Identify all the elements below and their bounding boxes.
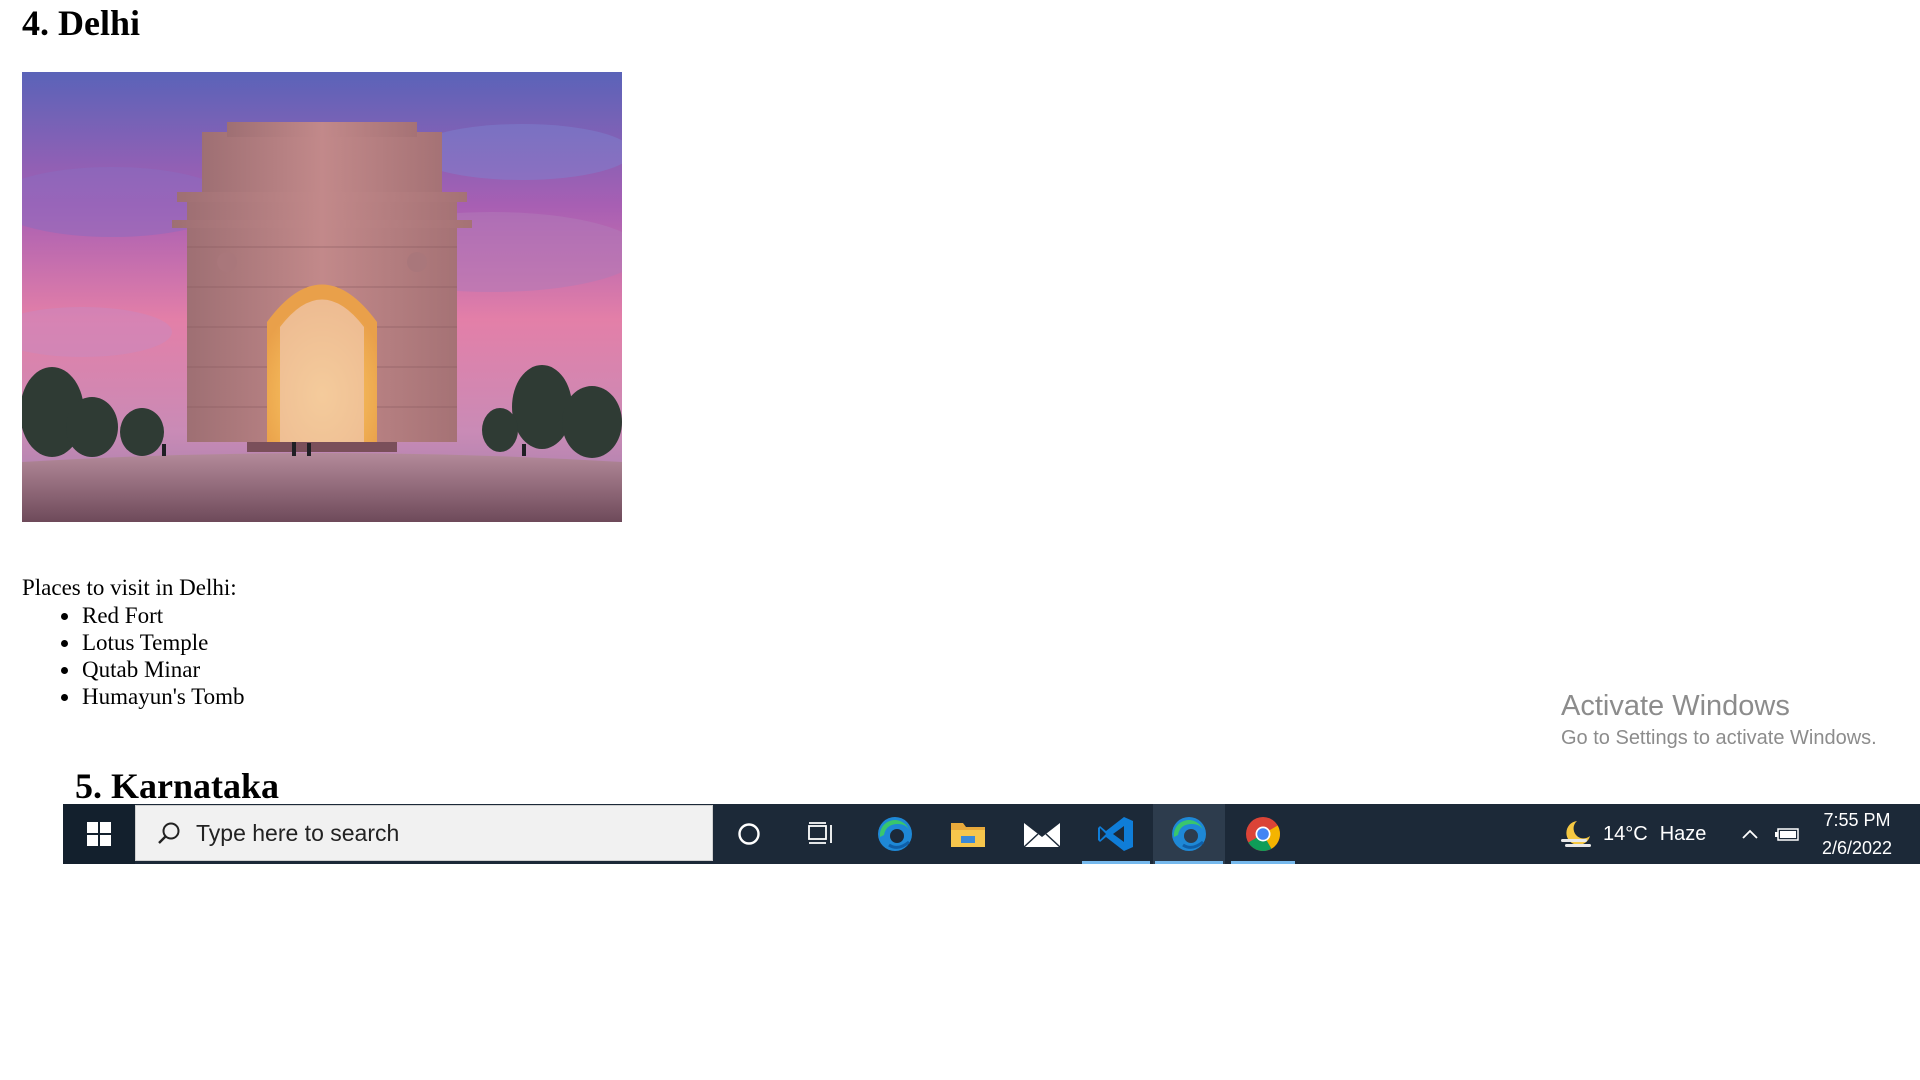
list-item: Qutab Minar xyxy=(22,656,244,683)
task-view-button[interactable] xyxy=(786,804,858,864)
section-heading-karnataka: 5. Karnataka xyxy=(75,766,280,806)
weather-temperature: 14°C xyxy=(1603,822,1648,845)
windows-logo-icon xyxy=(87,822,111,846)
task-view-icon xyxy=(808,822,832,844)
edge-icon xyxy=(1172,817,1206,851)
edge-icon xyxy=(878,817,912,851)
battery-icon xyxy=(1775,828,1799,841)
weather-widget[interactable]: 14°C Haze xyxy=(1559,804,1706,864)
clock-time: 7:55 PM xyxy=(1823,810,1891,830)
chrome-icon xyxy=(1246,817,1280,851)
taskbar-search-box[interactable]: Type here to search xyxy=(135,805,713,861)
clock-date: 2/6/2022 xyxy=(1821,838,1893,858)
mail-taskbar-button[interactable] xyxy=(1006,804,1078,864)
show-hidden-icons-button[interactable] xyxy=(1737,804,1763,864)
mail-icon xyxy=(1023,823,1061,848)
running-indicator xyxy=(1082,861,1150,864)
cortana-icon xyxy=(738,823,760,845)
edge-taskbar-button-active[interactable] xyxy=(1153,804,1225,864)
india-gate-photo xyxy=(22,72,622,522)
watermark-subtitle: Go to Settings to activate Windows. xyxy=(1561,727,1877,750)
battery-button[interactable] xyxy=(1767,804,1807,864)
activate-windows-watermark: Activate Windows Go to Settings to activ… xyxy=(1561,690,1877,751)
start-button[interactable] xyxy=(63,804,135,864)
search-icon xyxy=(150,820,188,846)
chevron-up-icon xyxy=(1742,829,1758,839)
places-intro-text: Places to visit in Delhi: xyxy=(22,575,237,600)
moon-haze-icon xyxy=(1561,821,1591,847)
vscode-icon xyxy=(1098,817,1133,851)
weather-condition: Haze xyxy=(1659,822,1707,845)
taskbar: Type here to search 14°C Haze 7:55 PM 2/… xyxy=(63,804,1920,864)
vscode-taskbar-button[interactable] xyxy=(1080,804,1152,864)
running-indicator xyxy=(1155,861,1223,864)
file-explorer-taskbar-button[interactable] xyxy=(932,804,1004,864)
list-item: Lotus Temple xyxy=(22,629,244,656)
search-placeholder: Type here to search xyxy=(196,819,400,846)
section-heading-delhi: 4. Delhi xyxy=(22,3,141,43)
chrome-taskbar-button[interactable] xyxy=(1227,804,1299,864)
list-item: Humayun's Tomb xyxy=(22,683,244,710)
clock[interactable]: 7:55 PM 2/6/2022 xyxy=(1807,804,1907,864)
edge-taskbar-button[interactable] xyxy=(859,804,931,864)
running-indicator xyxy=(1231,861,1295,864)
places-list: Red Fort Lotus Temple Qutab Minar Humayu… xyxy=(22,602,244,710)
cortana-button[interactable] xyxy=(713,804,785,864)
watermark-title: Activate Windows xyxy=(1561,690,1790,722)
file-explorer-icon xyxy=(951,823,985,847)
list-item: Red Fort xyxy=(22,602,244,629)
